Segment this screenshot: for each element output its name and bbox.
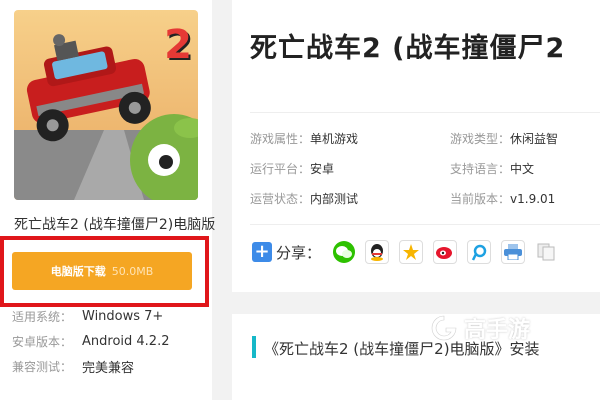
share-bar: + 分享： xyxy=(252,238,567,266)
spec-row-android: 安卓版本： Android 4.2.2 xyxy=(12,329,208,354)
watermark-logo-icon xyxy=(431,315,457,341)
tencent-weibo-icon[interactable] xyxy=(467,240,492,264)
spec-value: 完美兼容 xyxy=(82,361,135,376)
watermark: 高手游 xyxy=(430,312,530,344)
info-label: 游戏类型： xyxy=(450,132,511,146)
divider xyxy=(250,224,600,225)
info-value: 单机游戏 xyxy=(310,132,359,146)
info-cell: 游戏类型：休闲益智 xyxy=(450,130,558,147)
spec-value: Windows 7+ xyxy=(82,309,164,324)
info-label: 游戏属性： xyxy=(250,132,311,146)
app-name: 死亡战车2 (战车撞僵尸2)电脑版 xyxy=(14,217,216,233)
info-label: 当前版本： xyxy=(450,192,511,206)
info-label: 运营状态： xyxy=(250,192,311,206)
divider xyxy=(250,112,600,113)
info-cell: 当前版本：v1.9.01 xyxy=(450,190,555,207)
print-icon[interactable] xyxy=(501,240,526,264)
info-value: 安卓 xyxy=(310,162,335,176)
qq-icon[interactable] xyxy=(365,240,390,264)
download-label: 电脑版下载 xyxy=(50,265,106,278)
info-value: 休闲益智 xyxy=(510,132,559,146)
info-row: 运行平台：安卓 支持语言：中文 xyxy=(250,160,600,180)
info-cell: 运行平台：安卓 xyxy=(250,160,334,177)
spec-list: 适用系统： Windows 7+ 安卓版本： Android 4.2.2 兼容测… xyxy=(12,304,208,379)
wechat-icon[interactable] xyxy=(333,241,356,263)
info-label: 运行平台： xyxy=(250,162,311,176)
weibo-icon[interactable] xyxy=(433,240,458,264)
watermark-text: 高手游 xyxy=(464,318,531,343)
share-label: 分享： xyxy=(276,243,322,262)
plus-icon[interactable]: + xyxy=(252,242,272,262)
info-value: 中文 xyxy=(510,162,535,176)
page-title: 死亡战车2 (战车撞僵尸2 xyxy=(250,33,566,64)
info-cell: 游戏属性：单机游戏 xyxy=(250,130,358,147)
section-accent-bar xyxy=(252,336,256,358)
info-row: 游戏属性：单机游戏 游戏类型：休闲益智 xyxy=(250,130,600,150)
copy-icon[interactable] xyxy=(535,241,558,263)
info-value: v1.9.01 xyxy=(510,192,556,206)
info-cell: 运营状态：内部测试 xyxy=(250,190,358,207)
info-value: 内部测试 xyxy=(310,192,359,206)
info-cell: 支持语言：中文 xyxy=(450,160,534,177)
pc-download-button[interactable]: 电脑版下载 50.0MB xyxy=(12,252,192,290)
spec-label: 兼容测试： xyxy=(12,360,73,374)
spec-row-compat: 兼容测试： 完美兼容 xyxy=(12,354,208,379)
qzone-icon[interactable] xyxy=(399,240,424,264)
info-label: 支持语言： xyxy=(450,162,511,176)
sequel-number-badge: 2 xyxy=(164,22,192,68)
spec-label: 适用系统： xyxy=(12,310,73,324)
app-icon[interactable]: 2 xyxy=(14,10,198,200)
info-row: 运营状态：内部测试 当前版本：v1.9.01 xyxy=(250,190,600,210)
download-size: 50.0MB xyxy=(111,264,154,278)
spec-value: Android 4.2.2 xyxy=(82,334,170,349)
spec-row-os: 适用系统： Windows 7+ xyxy=(12,304,208,329)
spec-label: 安卓版本： xyxy=(12,335,73,349)
